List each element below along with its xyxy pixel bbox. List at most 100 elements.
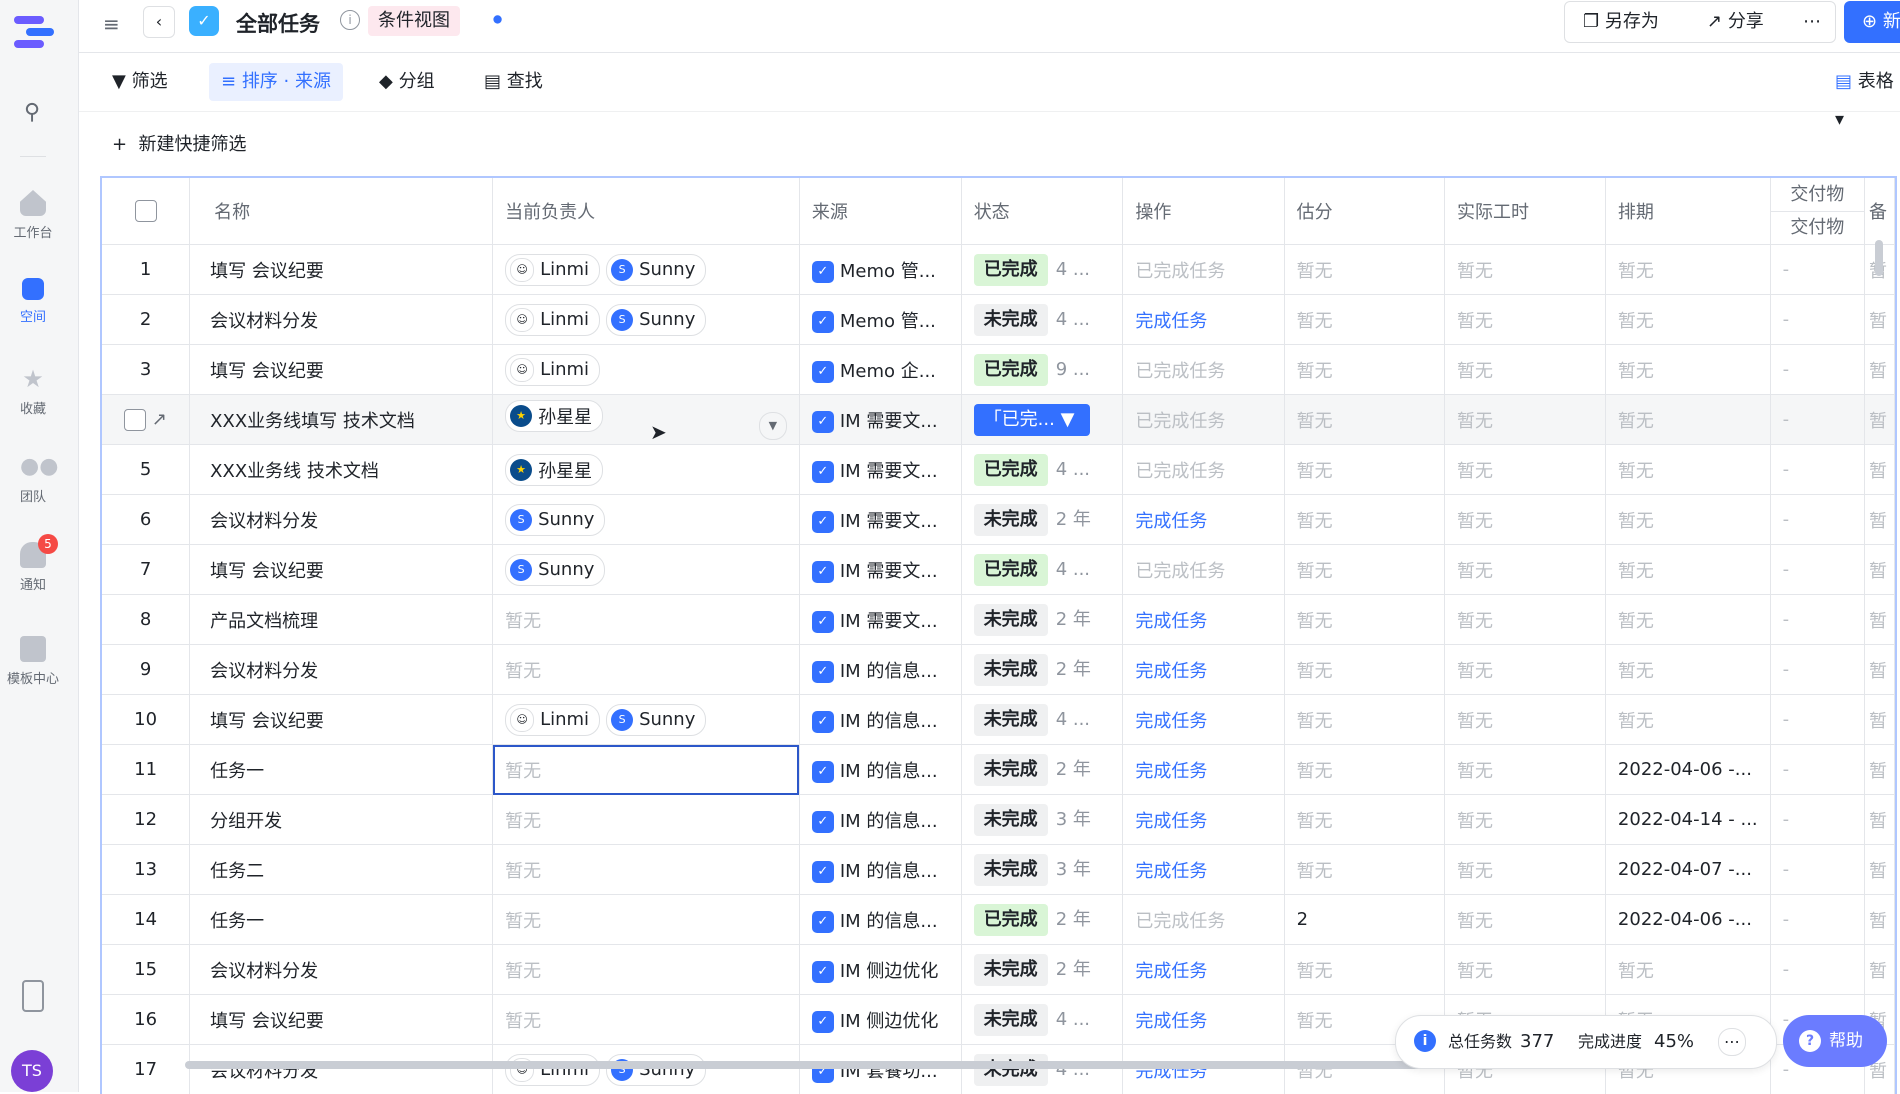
column-header-status[interactable]: 状态 [961, 178, 1123, 245]
owner-chip[interactable]: SSunny [606, 1054, 706, 1086]
status-badge[interactable]: 未完成 [974, 754, 1048, 786]
column-header-estimate[interactable]: 估分 [1284, 178, 1444, 245]
actual-hours-cell[interactable]: 暂无 [1444, 745, 1605, 795]
table-row[interactable]: 10填写 会议纪要☺LinmiSSunny✓IM 的信息...未完成4 ...完… [102, 695, 1895, 745]
table-row[interactable]: 15会议材料分发暂无✓IM 侧边优化未完成2 年完成任务暂无暂无暂无-暂 [102, 945, 1895, 995]
column-header-source[interactable]: 来源 [799, 178, 961, 245]
schedule-cell[interactable]: 2022-04-07 -... [1605, 845, 1770, 895]
column-header-deliverable[interactable]: 交付物 交付物 [1770, 178, 1864, 245]
owner-cell[interactable]: 暂无 [493, 895, 800, 945]
estimate-cell[interactable]: 暂无 [1284, 495, 1444, 545]
table-row[interactable]: 2会议材料分发☺LinmiSSunny✓Memo 管...未完成4 ...完成任… [102, 295, 1895, 345]
extra-cell[interactable]: 暂 [1864, 745, 1894, 795]
task-name-cell[interactable]: 任务一 [190, 895, 493, 945]
deliverable-cell[interactable]: - [1770, 595, 1864, 645]
search-icon[interactable]: ⚲ [20, 100, 44, 124]
task-name-cell[interactable]: 会议材料分发 [190, 295, 493, 345]
task-name-cell[interactable]: 会议材料分发 [190, 495, 493, 545]
actual-hours-cell[interactable]: 暂无 [1444, 445, 1605, 495]
horizontal-scrollbar[interactable] [185, 1061, 1585, 1069]
owner-cell[interactable]: 暂无 [493, 745, 800, 795]
actual-hours-cell[interactable]: 暂无 [1444, 345, 1605, 395]
column-header-extra[interactable]: 备 [1864, 178, 1894, 245]
extra-cell[interactable]: 暂 [1864, 545, 1894, 595]
status-cell[interactable]: 未完成4 ... [961, 1045, 1123, 1094]
table-row[interactable]: 6会议材料分发SSunny✓IM 需要文...未完成2 年完成任务暂无暂无暂无-… [102, 495, 1895, 545]
actual-hours-cell[interactable]: 暂无 [1444, 795, 1605, 845]
schedule-cell[interactable]: 暂无 [1605, 645, 1770, 695]
status-cell[interactable]: 未完成2 年 [961, 745, 1123, 795]
row-checkbox[interactable] [124, 409, 146, 431]
owner-cell[interactable]: ☺LinmiSSunny [493, 295, 800, 345]
actual-hours-cell[interactable]: 暂无 [1444, 945, 1605, 995]
new-button[interactable]: ⊕ 新建 ▼ [1844, 1, 1900, 43]
source-cell[interactable]: ✓IM 套餐功... [799, 1045, 961, 1094]
estimate-cell[interactable]: 暂无 [1284, 695, 1444, 745]
status-badge[interactable]: 未完成 [974, 954, 1048, 986]
actual-hours-cell[interactable]: 暂无 [1444, 895, 1605, 945]
task-name-cell[interactable]: 产品文档梳理 [190, 595, 493, 645]
task-name-cell[interactable]: 填写 会议纪要 [190, 545, 493, 595]
task-name-cell[interactable]: XXX业务线 技术文档 [190, 445, 493, 495]
source-cell[interactable]: ✓IM 需要文... [799, 395, 961, 445]
new-quick-filter-button[interactable]: + 新建快捷筛选 [112, 132, 247, 158]
extra-cell[interactable]: 暂 [1864, 295, 1894, 345]
owner-cell[interactable]: SSunny [493, 545, 800, 595]
deliverable-cell[interactable]: - [1770, 645, 1864, 695]
owner-cell[interactable]: 暂无 [493, 995, 800, 1045]
table-row[interactable]: 1填写 会议纪要☺LinmiSSunny✓Memo 管...已完成4 ...已完… [102, 245, 1895, 295]
actual-hours-cell[interactable]: 暂无 [1444, 645, 1605, 695]
owner-chip[interactable]: ☺Linmi [505, 304, 600, 336]
status-badge[interactable]: 未完成 [974, 504, 1048, 536]
estimate-cell[interactable]: 2 [1284, 895, 1444, 945]
source-cell[interactable]: ✓IM 需要文... [799, 495, 961, 545]
deliverable-cell[interactable]: - [1770, 545, 1864, 595]
owner-cell[interactable]: ☺LinmiSSunny [493, 245, 800, 295]
status-cell[interactable]: 未完成2 年 [961, 495, 1123, 545]
owner-chip[interactable]: SSunny [606, 254, 706, 286]
status-badge[interactable]: 已完成 [974, 904, 1048, 936]
status-badge[interactable]: 已完成 [974, 354, 1048, 386]
collapse-sidebar-icon[interactable]: ≡ [103, 12, 120, 36]
actual-hours-cell[interactable]: 暂无 [1444, 695, 1605, 745]
table-row[interactable]: 8产品文档梳理暂无✓IM 需要文...未完成2 年完成任务暂无暂无暂无-暂 [102, 595, 1895, 645]
owner-cell[interactable]: ☺LinmiSSunny [493, 695, 800, 745]
estimate-cell[interactable]: 暂无 [1284, 595, 1444, 645]
owner-chip[interactable]: ☺Linmi [505, 254, 600, 286]
rail-item-templates[interactable]: 模板中心 [0, 636, 66, 687]
schedule-cell[interactable]: 暂无 [1605, 395, 1770, 445]
status-badge[interactable]: 已完成 [974, 454, 1048, 486]
deliverable-cell[interactable]: - [1770, 295, 1864, 345]
rail-item-favorites[interactable]: ★ 收藏 [0, 366, 66, 417]
owner-chip[interactable]: ☺Linmi [505, 354, 600, 386]
group-button[interactable]: ◆ 分组 [379, 63, 435, 101]
extra-cell[interactable]: 暂 [1864, 595, 1894, 645]
source-cell[interactable]: ✓IM 的信息... [799, 795, 961, 845]
task-name-cell[interactable]: 填写 会议纪要 [190, 345, 493, 395]
source-cell[interactable]: ✓Memo 企... [799, 345, 961, 395]
estimate-cell[interactable]: 暂无 [1284, 645, 1444, 695]
deliverable-cell[interactable]: - [1770, 345, 1864, 395]
pin-icon[interactable]: ⚫ [490, 10, 505, 31]
schedule-cell[interactable]: 2022-04-06 -... [1605, 745, 1770, 795]
deliverable-cell[interactable]: - [1770, 845, 1864, 895]
task-name-cell[interactable]: 任务二 [190, 845, 493, 895]
source-cell[interactable]: ✓IM 的信息... [799, 695, 961, 745]
table-row[interactable]: 7填写 会议纪要SSunny✓IM 需要文...已完成4 ...已完成任务暂无暂… [102, 545, 1895, 595]
extra-cell[interactable]: 暂 [1864, 495, 1894, 545]
source-cell[interactable]: ✓IM 的信息... [799, 845, 961, 895]
actual-hours-cell[interactable]: 暂无 [1444, 395, 1605, 445]
table-row[interactable]: 14任务一暂无✓IM 的信息...已完成2 年已完成任务2暂无2022-04-0… [102, 895, 1895, 945]
help-button[interactable]: ? 帮助 [1783, 1015, 1887, 1067]
status-cell[interactable]: 已完成4 ... [961, 445, 1123, 495]
owner-cell[interactable]: 暂无 [493, 595, 800, 645]
schedule-cell[interactable]: 暂无 [1605, 445, 1770, 495]
status-badge[interactable]: 未完成 [974, 1054, 1048, 1086]
schedule-cell[interactable]: 暂无 [1605, 695, 1770, 745]
estimate-cell[interactable]: 暂无 [1284, 295, 1444, 345]
status-badge[interactable]: 未完成 [974, 304, 1048, 336]
estimate-cell[interactable]: 暂无 [1284, 845, 1444, 895]
task-name-cell[interactable]: 填写 会议纪要 [190, 995, 493, 1045]
status-cell[interactable]: 已完成2 年 [961, 895, 1123, 945]
status-badge[interactable]: 未完成 [974, 804, 1048, 836]
